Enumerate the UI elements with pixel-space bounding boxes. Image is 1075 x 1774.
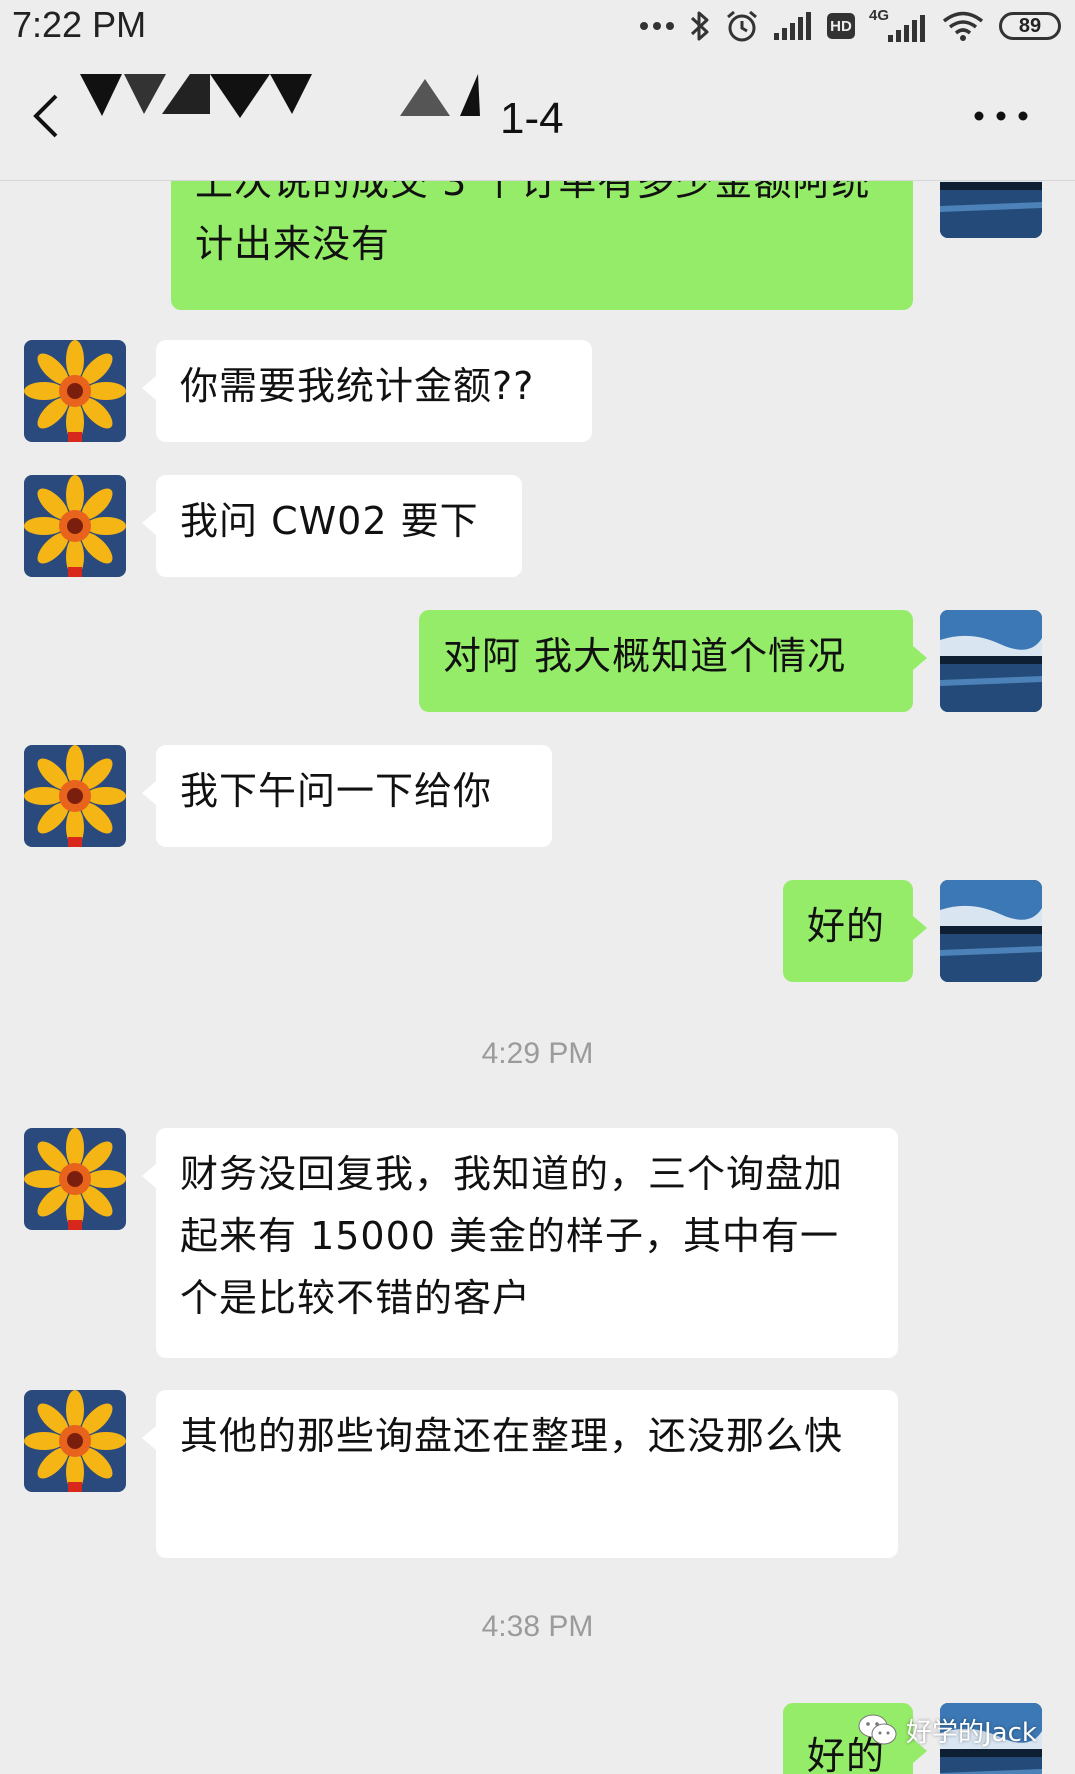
message-text: 财务没回复我，我知道的，三个询盘加起来有 15000 美金的样子，其中有一个是比… bbox=[180, 1152, 844, 1320]
network-indicator: 4G bbox=[869, 7, 927, 43]
message-text: 对阿 我大概知道个情况 bbox=[443, 634, 847, 678]
message-text: 上次说的成交 3 个订单有多少金额阿统计出来没有 bbox=[195, 181, 871, 266]
contact-avatar[interactable] bbox=[24, 475, 126, 577]
status-icons: HD 4G 89 bbox=[639, 6, 1061, 46]
signal-icon bbox=[774, 12, 811, 40]
my-avatar[interactable] bbox=[940, 880, 1042, 982]
back-button[interactable] bbox=[24, 90, 68, 142]
more-notifications-icon bbox=[640, 22, 674, 30]
message-timestamp: 4:29 PM bbox=[481, 1037, 594, 1070]
my-avatar[interactable] bbox=[940, 181, 1042, 238]
sunflower-avatar-image bbox=[24, 745, 126, 847]
message-bubble[interactable]: 好的 bbox=[783, 880, 927, 982]
alarm-icon bbox=[727, 10, 757, 42]
status-time: 7:22 PM bbox=[12, 4, 147, 45]
more-button[interactable] bbox=[973, 108, 1029, 124]
redaction-mark bbox=[80, 74, 480, 118]
sunflower-avatar-image bbox=[24, 1128, 126, 1230]
my-avatar[interactable] bbox=[940, 610, 1042, 712]
bluetooth-icon bbox=[690, 11, 709, 41]
battery-level: 89 bbox=[1018, 14, 1042, 37]
message-text: 你需要我统计金额?? bbox=[180, 364, 535, 408]
contact-avatar[interactable] bbox=[24, 340, 126, 442]
seascape-avatar-image bbox=[940, 181, 1042, 238]
contact-avatar[interactable] bbox=[24, 1390, 126, 1492]
wechat-icon bbox=[858, 1714, 897, 1745]
message-bubble[interactable]: 其他的那些询盘还在整理，还没那么快 bbox=[142, 1390, 898, 1558]
message-bubble[interactable]: 我下午问一下给你 bbox=[142, 745, 552, 847]
hd-badge: HD bbox=[827, 13, 855, 39]
sunflower-avatar-image bbox=[24, 340, 126, 442]
chat-title: 1-4 bbox=[80, 74, 600, 158]
message-text: 我下午问一下给你 bbox=[180, 769, 493, 813]
chat-header: 1-4 bbox=[0, 52, 1075, 181]
message-bubble[interactable]: 我问 CW02 要下 bbox=[142, 475, 522, 577]
signal-icon-2 bbox=[888, 15, 925, 42]
watermark-text: 好学的Jack bbox=[906, 1717, 1037, 1748]
message-text: 我问 CW02 要下 bbox=[180, 499, 479, 543]
message-text: 其他的那些询盘还在整理，还没那么快 bbox=[180, 1414, 844, 1458]
message-list[interactable]: 上次说的成交 3 个订单有多少金额阿统计出来没有 你需要我统计金额?? 我问 C… bbox=[0, 181, 1075, 1774]
message-bubble[interactable]: 对阿 我大概知道个情况 bbox=[419, 610, 927, 712]
seascape-avatar-image bbox=[940, 610, 1042, 712]
contact-avatar[interactable] bbox=[24, 745, 126, 847]
message-bubble[interactable]: 你需要我统计金额?? bbox=[142, 340, 592, 442]
chat-title-suffix: 1-4 bbox=[500, 94, 564, 143]
seascape-avatar-image bbox=[940, 880, 1042, 982]
wifi-icon bbox=[942, 11, 984, 41]
watermark: 好学的Jack bbox=[858, 1708, 1037, 1752]
message-text: 好的 bbox=[807, 904, 886, 948]
message-bubble[interactable]: 财务没回复我，我知道的，三个询盘加起来有 15000 美金的样子，其中有一个是比… bbox=[142, 1128, 898, 1358]
contact-avatar[interactable] bbox=[24, 1128, 126, 1230]
sunflower-avatar-image bbox=[24, 1390, 126, 1492]
sunflower-avatar-image bbox=[24, 475, 126, 577]
message-timestamp: 4:38 PM bbox=[481, 1610, 594, 1643]
network-type-label: 4G bbox=[869, 7, 890, 24]
message-bubble[interactable]: 上次说的成交 3 个订单有多少金额阿统计出来没有 bbox=[171, 181, 913, 310]
battery-icon: 89 bbox=[999, 12, 1061, 40]
status-bar: 7:22 PM HD 4G 89 bbox=[0, 0, 1075, 52]
